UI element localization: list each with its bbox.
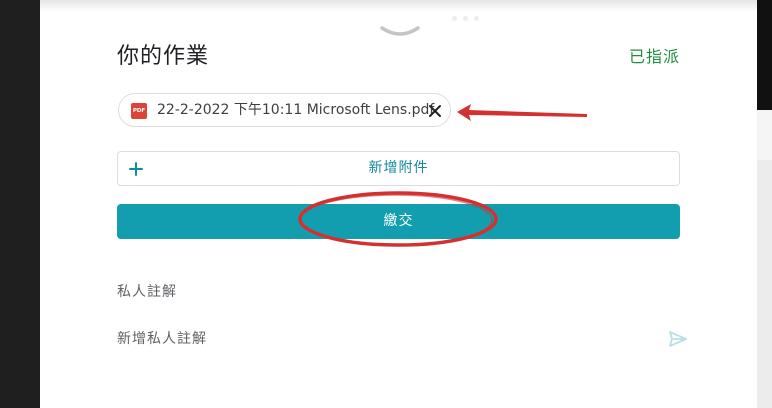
attachment-file-name: 22-2-2022 下午10:11 Microsoft Lens.pdf xyxy=(157,102,435,118)
drag-handle[interactable] xyxy=(452,16,482,22)
private-comments-heading: 私人註解 xyxy=(117,284,177,300)
left-background xyxy=(0,0,40,408)
drag-dot xyxy=(452,16,457,21)
sheet-top-shadow xyxy=(40,0,757,12)
right-background-dark xyxy=(757,0,772,110)
page-title: 你的作業 xyxy=(117,44,210,69)
status-label: 已指派 xyxy=(628,47,680,66)
attachment-chip[interactable]: PDF 22-2-2022 下午10:11 Microsoft Lens.pdf xyxy=(118,93,451,127)
pdf-file-icon: PDF xyxy=(131,103,147,119)
annotation-arrow xyxy=(457,104,587,121)
submit-label: 繳交 xyxy=(383,213,414,229)
submit-button[interactable]: 繳交 xyxy=(117,204,680,239)
chevron-down-icon[interactable] xyxy=(380,24,420,42)
drag-dot xyxy=(463,16,468,21)
add-attachment-button[interactable]: 新增附件 xyxy=(117,151,680,186)
close-icon[interactable] xyxy=(427,103,443,119)
send-icon[interactable] xyxy=(668,330,688,348)
right-background-light xyxy=(757,110,772,160)
private-comment-input[interactable] xyxy=(117,328,637,350)
drag-dot xyxy=(474,16,479,21)
add-attachment-label: 新增附件 xyxy=(368,160,429,176)
